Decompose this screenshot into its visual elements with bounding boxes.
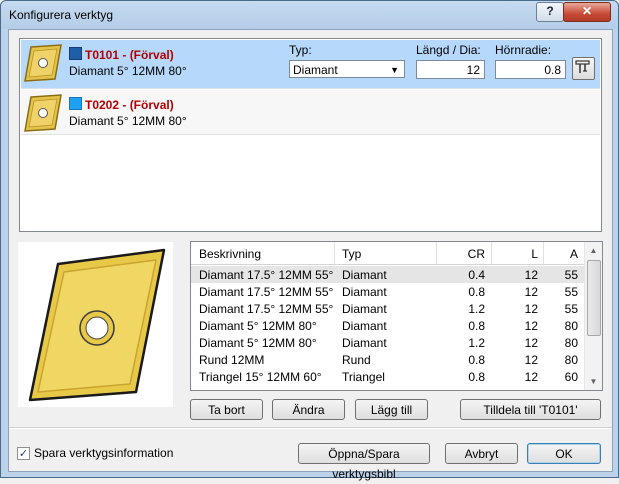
type-dropdown-value: Diamant	[293, 63, 338, 77]
table-row[interactable]: Diamant 17.5° 12MM 55° Diamant 0.4 12 55	[191, 266, 585, 283]
tool-name-text: T0101 - (Förval)	[85, 48, 174, 62]
close-button[interactable]: ✕	[563, 2, 611, 22]
dialog-window: Konfigurera verktyg ? ✕ T0101 - (Förval)…	[0, 0, 619, 481]
radius-input[interactable]: 0.8	[495, 60, 566, 79]
column-separator	[543, 242, 544, 264]
assign-button[interactable]: Tilldela till 'T0101'	[460, 399, 601, 420]
tool-list: T0101 - (Förval) Diamant 5° 12MM 80° Typ…	[19, 38, 602, 232]
insert-thumbnail-icon	[24, 94, 62, 132]
column-header-a[interactable]: A	[546, 247, 578, 261]
cell-a: 80	[564, 353, 578, 367]
table-row[interactable]: Rund 12MM Rund 0.8 12 80	[191, 351, 585, 368]
cell-type: Triangel	[342, 370, 385, 384]
cell-type: Rund	[342, 353, 371, 367]
tool-name: T0101 - (Förval)	[69, 47, 174, 62]
tool-row-t0202[interactable]: T0202 - (Förval) Diamant 5° 12MM 80°	[21, 90, 600, 135]
type-dropdown[interactable]: Diamant ▼	[289, 60, 405, 78]
cell-a: 80	[564, 336, 578, 350]
cell-description: Triangel 15° 12MM 60°	[199, 370, 322, 384]
tool-holder-icon	[575, 60, 590, 73]
help-button[interactable]: ?	[536, 2, 564, 22]
cell-cr: 0.8	[468, 353, 485, 367]
tool-color-swatch	[69, 47, 82, 60]
save-info-label[interactable]: Spara verktygsinformation	[34, 446, 173, 460]
cell-description: Diamant 17.5° 12MM 55°	[199, 302, 334, 316]
remove-button[interactable]: Ta bort	[190, 399, 263, 420]
footer-divider	[9, 427, 612, 429]
cell-l: 12	[524, 302, 538, 316]
cell-type: Diamant	[342, 336, 387, 350]
length-input[interactable]: 12	[416, 60, 485, 79]
grid-header: Beskrivning Typ CR L A	[191, 242, 585, 265]
column-separator	[436, 242, 437, 264]
tool-name-text: T0202 - (Förval)	[85, 98, 174, 112]
scroll-up-icon[interactable]: ▲	[585, 242, 602, 259]
cell-cr: 1.2	[468, 302, 485, 316]
table-row[interactable]: Diamant 5° 12MM 80° Diamant 0.8 12 80	[191, 317, 585, 334]
scroll-down-icon[interactable]: ▼	[585, 373, 602, 390]
scroll-thumb[interactable]	[587, 260, 601, 336]
cell-l: 12	[524, 370, 538, 384]
cell-cr: 0.8	[468, 319, 485, 333]
cell-description: Diamant 17.5° 12MM 55°	[199, 285, 334, 299]
cell-a: 55	[564, 302, 578, 316]
cell-type: Diamant	[342, 285, 387, 299]
grid-scrollbar[interactable]: ▲ ▼	[584, 242, 602, 390]
cell-cr: 0.8	[468, 285, 485, 299]
radius-label: Hörnradie:	[495, 43, 552, 57]
table-row[interactable]: Diamant 5° 12MM 80° Diamant 1.2 12 80	[191, 334, 585, 351]
save-info-checkbox[interactable]: ✓	[17, 447, 30, 460]
tool-settings-button[interactable]	[572, 57, 595, 80]
cell-type: Diamant	[342, 302, 387, 316]
cell-l: 12	[524, 353, 538, 367]
cell-description: Rund 12MM	[199, 353, 265, 367]
insert-preview	[18, 242, 173, 407]
window-title: Konfigurera verktyg	[9, 8, 114, 22]
cell-description: Diamant 5° 12MM 80°	[199, 336, 317, 350]
edit-button[interactable]: Ändra	[272, 399, 345, 420]
cell-type: Diamant	[342, 268, 387, 282]
column-header-type[interactable]: Typ	[342, 247, 361, 261]
column-header-l[interactable]: L	[496, 247, 538, 261]
tool-row-t0101[interactable]: T0101 - (Förval) Diamant 5° 12MM 80° Typ…	[21, 40, 600, 89]
cell-cr: 1.2	[468, 336, 485, 350]
tool-library-grid[interactable]: Beskrivning Typ CR L A Diamant 17.5° 12M…	[190, 241, 603, 391]
cell-cr: 0.8	[468, 370, 485, 384]
table-row[interactable]: Triangel 15° 12MM 60° Triangel 0.8 12 60	[191, 368, 585, 385]
column-header-description[interactable]: Beskrivning	[199, 247, 261, 261]
cell-a: 60	[564, 370, 578, 384]
tool-description: Diamant 5° 12MM 80°	[69, 64, 187, 78]
length-label: Längd / Dia:	[416, 43, 481, 57]
dialog-client: T0101 - (Förval) Diamant 5° 12MM 80° Typ…	[8, 29, 613, 481]
cell-l: 12	[524, 285, 538, 299]
insert-thumbnail-icon	[24, 44, 62, 82]
cancel-button[interactable]: Avbryt	[445, 443, 518, 464]
column-separator	[334, 242, 335, 264]
add-button[interactable]: Lägg till	[355, 399, 428, 420]
cell-l: 12	[524, 268, 538, 282]
cell-a: 80	[564, 319, 578, 333]
type-label: Typ:	[289, 43, 312, 57]
cell-description: Diamant 5° 12MM 80°	[199, 319, 317, 333]
cell-l: 12	[524, 319, 538, 333]
tool-color-swatch	[69, 97, 82, 110]
cell-l: 12	[524, 336, 538, 350]
cell-cr: 0.4	[468, 268, 485, 282]
insert-preview-icon	[28, 248, 166, 402]
chevron-down-icon: ▼	[390, 65, 399, 75]
ok-button[interactable]: OK	[527, 443, 601, 464]
column-header-cr[interactable]: CR	[441, 247, 485, 261]
title-bar[interactable]: Konfigurera verktyg ? ✕	[1, 1, 618, 29]
cell-description: Diamant 17.5° 12MM 55°	[199, 268, 334, 282]
table-row[interactable]: Diamant 17.5° 12MM 55° Diamant 1.2 12 55	[191, 300, 585, 317]
library-button[interactable]: Öppna/Spara verktygsbibl	[298, 443, 430, 481]
column-separator	[491, 242, 492, 264]
cell-a: 55	[564, 268, 578, 282]
cell-type: Diamant	[342, 319, 387, 333]
tool-name: T0202 - (Förval)	[69, 97, 174, 112]
tool-description: Diamant 5° 12MM 80°	[69, 114, 187, 128]
table-row[interactable]: Diamant 17.5° 12MM 55° Diamant 0.8 12 55	[191, 283, 585, 300]
cell-a: 55	[564, 285, 578, 299]
